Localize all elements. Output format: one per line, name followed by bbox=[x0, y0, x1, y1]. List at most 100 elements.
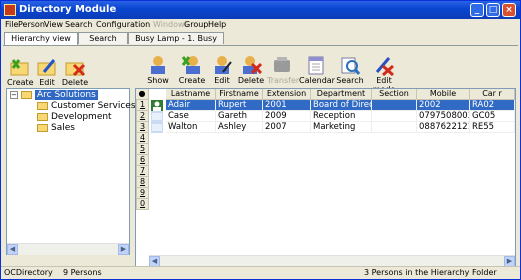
cell-mobile: 07975080034 bbox=[417, 111, 470, 122]
edit-person-label: Edit bbox=[214, 76, 230, 85]
window-title: Directory Module bbox=[19, 4, 117, 15]
edit-mode-icon bbox=[375, 57, 395, 76]
maximize-button[interactable]: □ bbox=[486, 3, 500, 17]
directory-module-window: Directory Module _ □ × File Person View … bbox=[0, 0, 521, 280]
cell-section bbox=[372, 111, 417, 122]
tab-busy-lamp[interactable]: Busy Lamp - 1. Busy Lamp bbox=[128, 32, 224, 54]
persons-grid[interactable]: ● Lastname Firstname Extension Departmen… bbox=[135, 88, 516, 267]
col-extension[interactable]: Extension bbox=[263, 89, 311, 100]
title-bar[interactable]: Directory Module _ □ × bbox=[1, 1, 520, 19]
menu-help[interactable]: Help bbox=[208, 20, 226, 30]
col-firstname[interactable]: Firstname bbox=[216, 89, 263, 100]
tree-collapse-toggle[interactable]: − bbox=[10, 91, 18, 99]
edit-folder-icon bbox=[37, 59, 56, 76]
menu-group[interactable]: Group bbox=[184, 20, 208, 30]
app-icon bbox=[4, 4, 16, 16]
cell-car-reg: GC05 bbox=[470, 111, 515, 122]
hierarchy-tree[interactable]: − Arc Solutions Customer Services Develo… bbox=[6, 88, 136, 255]
tree-node-label: Customer Services bbox=[51, 101, 136, 111]
delete-person-button[interactable]: Delete bbox=[237, 54, 265, 85]
calendar-button[interactable]: Calendar bbox=[299, 54, 335, 85]
scroll-right-arrow-icon[interactable]: ▶ bbox=[118, 244, 129, 255]
main-content: Create Edit Delete Show Create Edit Dele… bbox=[3, 45, 518, 267]
tree-create-label: Create bbox=[7, 78, 34, 87]
col-lastname[interactable]: Lastname bbox=[166, 89, 216, 100]
col-section[interactable]: Section bbox=[372, 89, 417, 100]
person-status-icon bbox=[151, 122, 163, 133]
tree-delete-button[interactable]: Delete bbox=[61, 56, 89, 87]
cell-mobile: 08876221215 bbox=[417, 122, 470, 133]
close-button[interactable]: × bbox=[502, 3, 516, 17]
menu-file[interactable]: File bbox=[5, 20, 18, 30]
cell-extension: 2001 bbox=[263, 100, 311, 111]
minimize-button[interactable]: _ bbox=[470, 3, 484, 17]
cell-department: Reception bbox=[311, 111, 372, 122]
tree-edit-button[interactable]: Edit bbox=[35, 56, 59, 87]
row-number[interactable]: 8 bbox=[136, 177, 149, 188]
tree-horizontal-scrollbar[interactable]: ◀ ▶ bbox=[7, 243, 129, 255]
transfer-button: Transfer bbox=[267, 54, 300, 85]
edit-person-button[interactable]: Edit bbox=[209, 54, 235, 85]
cell-lastname: Walton bbox=[166, 122, 216, 133]
tree-node-customer-services[interactable]: Customer Services bbox=[37, 101, 136, 111]
tab-search-view[interactable]: Search view bbox=[78, 32, 128, 54]
cell-extension: 2007 bbox=[263, 122, 311, 133]
delete-person-label: Delete bbox=[237, 76, 265, 85]
status-folder-summary: 3 Persons in the Hierarchy Folder bbox=[364, 268, 497, 277]
cell-firstname: Ashley bbox=[216, 122, 263, 133]
tree-node-label: Development bbox=[51, 112, 112, 122]
row-number[interactable]: 0 bbox=[136, 199, 149, 210]
search-button[interactable]: Search bbox=[335, 54, 365, 85]
row-number[interactable]: 7 bbox=[136, 166, 149, 177]
tree-delete-label: Delete bbox=[61, 78, 89, 87]
menu-configuration[interactable]: Configuration bbox=[96, 20, 150, 30]
delete-folder-icon bbox=[65, 62, 86, 77]
tree-create-button[interactable]: Create bbox=[7, 56, 34, 87]
search-icon bbox=[341, 57, 361, 75]
create-person-button[interactable]: Create bbox=[178, 54, 206, 85]
col-department[interactable]: Department bbox=[311, 89, 372, 100]
transfer-label: Transfer bbox=[267, 76, 300, 85]
cell-mobile: 2002 bbox=[417, 100, 470, 111]
create-person-label: Create bbox=[178, 76, 206, 85]
cell-firstname: Gareth bbox=[216, 111, 263, 122]
menu-bar: File Person View Search Configuration Wi… bbox=[1, 19, 520, 31]
tree-node-arc-solutions[interactable]: Arc Solutions bbox=[21, 90, 98, 100]
cell-extension: 2009 bbox=[263, 111, 311, 122]
cell-car-reg: RA02 bbox=[470, 100, 515, 111]
edit-person-icon bbox=[215, 56, 232, 74]
row-number[interactable]: 9 bbox=[136, 188, 149, 199]
cell-section bbox=[372, 100, 417, 111]
menu-search[interactable]: Search bbox=[65, 20, 92, 30]
grid-corner: ● bbox=[136, 89, 149, 100]
tab-hierarchy-view[interactable]: Hierarchy view bbox=[4, 32, 78, 45]
delete-person-icon bbox=[243, 56, 262, 75]
create-person-icon bbox=[181, 56, 200, 74]
col-mobile[interactable]: Mobile bbox=[417, 89, 470, 100]
tree-edit-label: Edit bbox=[39, 78, 55, 87]
person-status-icon bbox=[151, 111, 163, 122]
row-number[interactable]: 1 bbox=[136, 100, 149, 111]
row-number[interactable]: 5 bbox=[136, 144, 149, 155]
show-person-icon bbox=[151, 56, 165, 74]
phone-transfer-icon bbox=[274, 57, 290, 72]
status-person-count: 9 Persons bbox=[63, 268, 102, 277]
row-number[interactable]: 2 bbox=[136, 111, 149, 122]
cell-department: Board of Directors bbox=[311, 100, 372, 111]
status-bar: OCDirectory 9 Persons 3 Persons in the H… bbox=[1, 266, 520, 279]
view-tabs: Hierarchy view Search view Busy Lamp - 1… bbox=[1, 32, 520, 54]
cell-lastname: Case bbox=[166, 111, 216, 122]
tree-node-development[interactable]: Development bbox=[37, 112, 112, 122]
col-car-reg[interactable]: Car r bbox=[470, 89, 515, 100]
row-number[interactable]: 3 bbox=[136, 122, 149, 133]
menu-person[interactable]: Person bbox=[18, 20, 45, 30]
menu-view[interactable]: View bbox=[44, 20, 63, 30]
row-number[interactable]: 6 bbox=[136, 155, 149, 166]
status-app-name: OCDirectory bbox=[4, 268, 53, 277]
tree-node-sales[interactable]: Sales bbox=[37, 123, 75, 133]
calendar-icon bbox=[308, 56, 324, 75]
row-number[interactable]: 4 bbox=[136, 133, 149, 144]
show-button[interactable]: Show bbox=[147, 54, 169, 85]
cell-department: Marketing bbox=[311, 122, 372, 133]
scroll-left-arrow-icon[interactable]: ◀ bbox=[7, 244, 18, 255]
